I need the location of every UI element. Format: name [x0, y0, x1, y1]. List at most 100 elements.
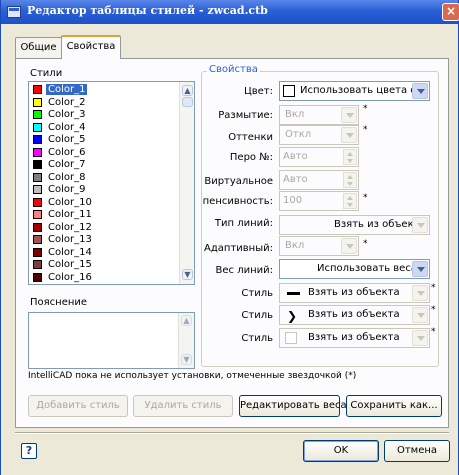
list-item-label: Color_15 [48, 259, 92, 270]
asterisk-mark: * [363, 104, 368, 114]
adaptive-label: Адаптивный: [204, 243, 273, 254]
tab-general[interactable]: Общие [15, 37, 62, 58]
adaptive-value: Вкл [285, 240, 305, 251]
spinner-arrows-icon[interactable] [343, 172, 357, 188]
linetype-dropdown[interactable]: Взять из объекта [279, 215, 430, 235]
color-swatch-icon [33, 85, 42, 94]
virtual-pen-value: Авто [283, 174, 308, 185]
note-scroll-up-icon: ▲ [181, 315, 192, 326]
asterisk-mark: * [363, 193, 368, 203]
list-item-label: Color_7 [48, 159, 86, 170]
footnote-text: IntelliCAD пока не использует установки,… [28, 371, 357, 381]
spinner-arrows-icon[interactable] [343, 193, 357, 209]
chevron-down-icon[interactable] [412, 307, 428, 323]
dithering-value: Вкл [285, 109, 305, 120]
list-item-label: Color_8 [48, 171, 86, 183]
chevron-down-icon[interactable] [412, 83, 428, 99]
color-swatch-icon [33, 197, 42, 207]
chevron-down-icon[interactable] [341, 107, 357, 123]
end-style-label: Стиль [241, 288, 273, 299]
intensity-label: пенсивность: [202, 196, 273, 207]
list-item-label: Color_3 [48, 109, 86, 120]
edit-weights-button[interactable]: Редактировать веса... [239, 395, 356, 417]
styles-list-scrollbar[interactable]: ▲ ▼ [179, 82, 194, 284]
spinner-arrows-icon[interactable] [343, 149, 357, 165]
list-item-label: Color_6 [48, 146, 86, 158]
fill-style-dropdown[interactable]: Взять из объекта [279, 328, 430, 348]
color-swatch-icon [33, 222, 42, 232]
scroll-down-arrow-icon[interactable]: ▼ [182, 269, 193, 280]
color-swatch-icon [33, 160, 42, 169]
list-item-label: Color_10 [48, 196, 92, 208]
asterisk-mark: * [431, 305, 436, 315]
intensity-spinner[interactable]: 100 [279, 191, 359, 211]
list-item-label: Color_9 [48, 184, 86, 195]
list-item-label: Color_14 [48, 246, 92, 258]
properties-group-label: Свойства [207, 64, 260, 75]
grayscale-value: Откл [285, 129, 312, 140]
color-swatch-icon [33, 185, 42, 194]
list-item-label: Color_2 [48, 96, 86, 108]
pen-number-value: Авто [283, 151, 308, 162]
pen-number-spinner[interactable]: Авто [279, 147, 359, 167]
window-app-icon [7, 6, 21, 18]
fill-style-label: Стиль [241, 333, 273, 344]
list-item-label: Color_4 [48, 121, 86, 133]
chevron-down-icon[interactable] [412, 217, 428, 233]
lineweight-value: Использовать веса [317, 263, 417, 274]
scroll-thumb[interactable] [182, 97, 193, 107]
scroll-up-arrow-icon[interactable]: ▲ [182, 85, 193, 96]
divider [15, 432, 449, 434]
color-swatch-icon [33, 172, 42, 182]
join-style-value: Взять из объекта [308, 309, 400, 320]
color-swatch-icon [33, 135, 42, 144]
list-item-label: Color_16 [48, 271, 92, 283]
end-style-dropdown[interactable]: Взять из объекта [279, 283, 430, 303]
join-style-dropdown[interactable]: ❯ Взять из объекта [279, 305, 430, 325]
note-scrollbar[interactable]: ▲ ▼ [178, 313, 194, 368]
color-swatch-icon [33, 122, 42, 132]
color-swatch-icon [33, 247, 42, 257]
color-swatch-icon [33, 210, 42, 219]
asterisk-mark: * [431, 327, 436, 337]
delete-style-button[interactable]: Удалить стиль [133, 395, 233, 417]
chevron-down-icon[interactable] [341, 127, 357, 143]
line-end-icon [287, 292, 300, 295]
color-swatch-icon [33, 110, 42, 119]
adaptive-dropdown[interactable]: Вкл [279, 236, 359, 256]
save-as-button[interactable]: Сохранить как... [346, 395, 442, 417]
title-bar[interactable]: Редактор таблицы стилей - zwcad.ctb × [1, 0, 459, 24]
color-value: Использовать цвета об [300, 85, 423, 96]
close-button[interactable]: × [442, 3, 459, 21]
list-item-label: Color_11 [48, 209, 92, 220]
color-swatch-icon [33, 147, 42, 157]
cancel-button[interactable]: Отмена [384, 440, 450, 462]
grayscale-dropdown[interactable]: Откл [279, 125, 359, 145]
fill-pattern-icon [285, 332, 297, 344]
chevron-down-icon[interactable] [412, 330, 428, 346]
fill-style-value: Взять из объекта [308, 332, 400, 343]
color-swatch-icon [33, 272, 42, 282]
help-button[interactable]: ? [21, 443, 37, 459]
grayscale-label: Оттенки [228, 132, 273, 143]
chevron-down-icon[interactable] [412, 261, 428, 277]
list-item-label: Color_1 [46, 84, 88, 95]
dithering-dropdown[interactable]: Вкл [279, 105, 359, 125]
note-textarea[interactable]: ▲ ▼ [28, 312, 195, 369]
chevron-down-icon[interactable] [341, 238, 357, 254]
lineweight-dropdown[interactable]: Использовать веса [279, 259, 430, 279]
color-swatch-icon [33, 260, 42, 269]
chevron-down-icon[interactable] [412, 285, 428, 301]
virtual-pen-spinner[interactable]: Авто [279, 170, 359, 190]
list-item-label: Color_5 [48, 134, 86, 145]
styles-list[interactable]: Color_1 Color_2 Color_3 Color_4 Color_5 Color… [28, 81, 195, 285]
tab-properties[interactable]: Свойства [61, 35, 121, 59]
add-style-button[interactable]: Добавить стиль [28, 395, 128, 417]
asterisk-mark: * [363, 239, 368, 249]
pen-number-label: Перо №: [229, 152, 273, 163]
color-dropdown[interactable]: Использовать цвета об [279, 81, 430, 101]
note-label: Пояснение [30, 297, 88, 308]
dithering-label: Размытие: [218, 110, 273, 121]
ok-button[interactable]: OK [303, 440, 379, 462]
join-style-label: Стиль [241, 310, 273, 321]
